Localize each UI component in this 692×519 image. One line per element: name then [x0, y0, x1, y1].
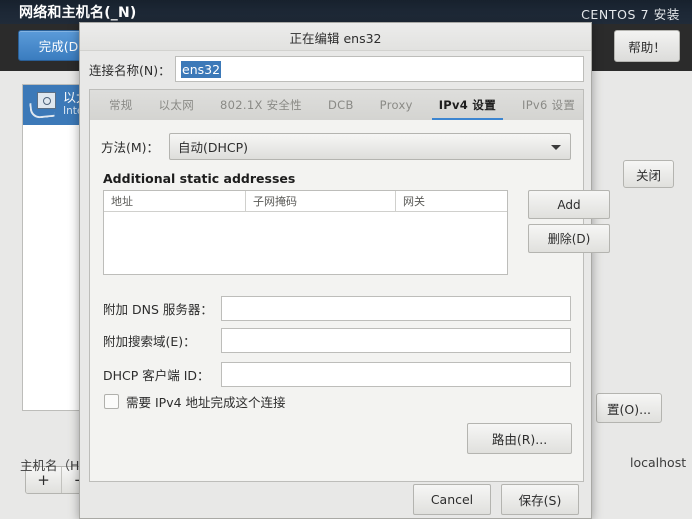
tab-proxy[interactable]: Proxy	[367, 90, 426, 120]
search-domains-row: 附加搜索域(E)：	[103, 327, 571, 353]
screen: 网络和主机名(_N) CENTOS 7 安装 完成(D) 帮助！ 以太 Inte…	[0, 0, 692, 519]
column-header-netmask: 子网掩码	[246, 191, 396, 211]
connection-name-row: 连接名称(N)： ens32	[89, 55, 584, 83]
cancel-button[interactable]: Cancel	[413, 483, 491, 515]
static-addresses-table[interactable]: 地址 子网掩码 网关	[103, 190, 508, 275]
dialog-title: 正在编辑 ens32	[289, 31, 382, 46]
tab-8021x-security[interactable]: 802.1X 安全性	[207, 90, 315, 120]
require-ipv4-row[interactable]: 需要 IPv4 地址完成这个连接	[104, 392, 286, 411]
tab-ethernet[interactable]: 以太网	[146, 90, 207, 120]
tab-ipv6-settings[interactable]: IPv6 设置	[509, 90, 588, 120]
search-domains-input[interactable]	[221, 327, 571, 353]
table-header-row: 地址 子网掩码 网关	[104, 191, 507, 212]
hostname-value: localhost	[630, 455, 687, 470]
tab-dcb[interactable]: DCB	[315, 90, 367, 120]
page-title: 网络和主机名(_N)	[19, 5, 137, 21]
dialog-titlebar: 正在编辑 ens32	[80, 23, 591, 51]
tab-ipv4-settings[interactable]: IPv4 设置	[426, 90, 509, 121]
search-domains-label: 附加搜索域(E)：	[103, 333, 196, 349]
column-header-gateway: 网关	[403, 195, 425, 208]
installer-brand: CENTOS 7 安装	[581, 7, 680, 22]
routes-button[interactable]: 路由(R)...	[467, 423, 572, 454]
installer-header: 网络和主机名(_N) CENTOS 7 安装	[0, 0, 692, 24]
chevron-down-icon	[551, 144, 561, 150]
tab-bar: 常规 以太网 802.1X 安全性 DCB Proxy IPv4 设置 IPv6…	[90, 90, 583, 121]
dhcp-client-id-label: DHCP 客户端 ID：	[103, 367, 210, 383]
column-header-address: 地址	[104, 191, 246, 211]
dialog-actions: Cancel 保存(S)	[80, 480, 591, 518]
connection-name-value: ens32	[181, 60, 222, 78]
method-row: 方法(M)： 自动(DHCP)	[101, 132, 571, 161]
method-select[interactable]: 自动(DHCP)	[169, 133, 571, 160]
connection-name-label: 连接名称(N)：	[89, 62, 171, 78]
dns-servers-input[interactable]	[221, 295, 571, 321]
require-ipv4-label: 需要 IPv4 地址完成这个连接	[126, 395, 286, 410]
ethernet-icon	[29, 90, 59, 120]
close-button[interactable]: 关闭	[623, 160, 675, 188]
tab-general[interactable]: 常规	[96, 90, 146, 120]
static-addresses-heading: Additional static addresses	[103, 171, 296, 186]
dhcp-client-id-row: DHCP 客户端 ID：	[103, 361, 571, 387]
help-button[interactable]: 帮助！	[614, 30, 680, 62]
configure-button[interactable]: 置(O)...	[596, 393, 663, 423]
dhcp-client-id-input[interactable]	[221, 361, 571, 387]
ipv4-settings-panel: 方法(M)： 自动(DHCP) Additional static addres…	[90, 120, 610, 481]
add-address-button[interactable]: Add	[528, 190, 610, 219]
connection-name-input[interactable]: ens32	[175, 56, 584, 82]
method-label: 方法(M)：	[101, 140, 160, 155]
edit-connection-dialog: 正在编辑 ens32 连接名称(N)： ens32 常规 以太网 802.1X …	[79, 22, 610, 519]
dns-servers-row: 附加 DNS 服务器：	[103, 295, 571, 321]
settings-notebook: 常规 以太网 802.1X 安全性 DCB Proxy IPv4 设置 IPv6…	[89, 89, 610, 482]
require-ipv4-checkbox[interactable]	[104, 394, 119, 409]
delete-address-button[interactable]: 删除(D)	[528, 224, 610, 253]
dns-servers-label: 附加 DNS 服务器：	[103, 301, 213, 317]
method-value: 自动(DHCP)	[178, 140, 249, 155]
save-button[interactable]: 保存(S)	[501, 483, 579, 515]
